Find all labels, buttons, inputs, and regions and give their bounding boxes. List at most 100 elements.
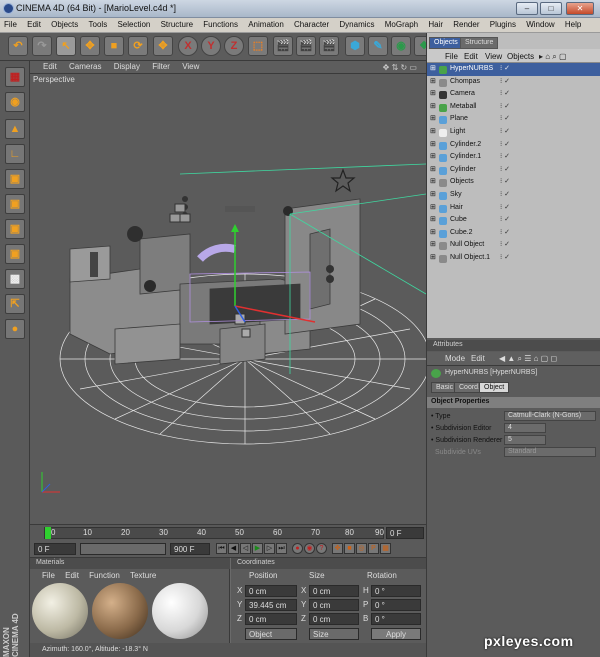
- object-name[interactable]: Cylinder.2: [450, 139, 481, 151]
- size-x-field[interactable]: 0 cm: [309, 585, 359, 597]
- visibility-toggle-icon[interactable]: ⁝ ✓: [500, 126, 510, 138]
- object-row[interactable]: ⊞ Cube.2 ⁝ ✓: [427, 227, 600, 240]
- frame-range-slider[interactable]: [80, 543, 166, 555]
- viewport-layout-icons[interactable]: ✥ ⇅ ↻ ▭: [378, 62, 422, 72]
- points-mode-icon[interactable]: ▣: [5, 169, 25, 189]
- expand-toggle-icon[interactable]: ⊞: [430, 164, 436, 176]
- keyframe-selection-icon[interactable]: ?: [316, 543, 327, 554]
- visibility-toggle-icon[interactable]: ⁝ ✓: [500, 176, 510, 188]
- materials-menu-texture[interactable]: Texture: [126, 571, 160, 580]
- object-row[interactable]: ⊞ Sky ⁝ ✓: [427, 189, 600, 202]
- prop-subdivide-uvs-dropdown[interactable]: Standard: [504, 447, 596, 457]
- menu-tools[interactable]: Tools: [85, 18, 112, 29]
- visibility-toggle-icon[interactable]: ⁝ ✓: [500, 239, 510, 251]
- position-y-field[interactable]: 39.445 cm: [245, 599, 297, 611]
- visibility-toggle-icon[interactable]: ⁝ ✓: [500, 88, 510, 100]
- visibility-toggle-icon[interactable]: ⁝ ✓: [500, 151, 510, 163]
- play-icon[interactable]: ▶: [252, 543, 263, 554]
- expand-toggle-icon[interactable]: ⊞: [430, 227, 436, 239]
- key-rotation-icon[interactable]: ◎: [356, 543, 367, 554]
- object-name[interactable]: Null Object.1: [450, 252, 490, 264]
- current-frame-field[interactable]: 0 F: [386, 527, 424, 539]
- expand-toggle-icon[interactable]: ⊞: [430, 139, 436, 151]
- sculpt-icon[interactable]: ●: [5, 319, 25, 339]
- object-row[interactable]: ⊞ Objects ⁝ ✓: [427, 176, 600, 189]
- redo-icon[interactable]: ↷: [32, 36, 52, 56]
- key-param-icon[interactable]: P: [368, 543, 379, 554]
- render-settings-icon[interactable]: 🎬: [319, 36, 339, 56]
- om-menu-edit[interactable]: Edit: [464, 52, 478, 61]
- apply-button[interactable]: Apply: [371, 628, 421, 640]
- checker-mode-icon[interactable]: ▩: [5, 269, 25, 289]
- menu-structure[interactable]: Structure: [157, 18, 197, 29]
- object-row[interactable]: ⊞ Plane ⁝ ✓: [427, 113, 600, 126]
- viewport-menu-edit[interactable]: Edit: [38, 61, 62, 71]
- render-view-icon[interactable]: 🎬: [273, 36, 293, 56]
- object-row[interactable]: ⊞ Camera ⁝ ✓: [427, 88, 600, 101]
- attr-menu-mode[interactable]: Mode: [445, 354, 465, 363]
- visibility-toggle-icon[interactable]: ⁝ ✓: [500, 101, 510, 113]
- coordinate-system-icon[interactable]: ⬚: [248, 36, 268, 56]
- expand-toggle-icon[interactable]: ⊞: [430, 113, 436, 125]
- expand-toggle-icon[interactable]: ⊞: [430, 239, 436, 251]
- viewport-menu-filter[interactable]: Filter: [147, 61, 175, 71]
- timeline[interactable]: 0 10 20 30 40 50 60 70 80 90 0 F: [30, 524, 426, 540]
- object-name[interactable]: Cube.2: [450, 227, 473, 239]
- expand-toggle-icon[interactable]: ⊞: [430, 126, 436, 138]
- position-x-field[interactable]: 0 cm: [245, 585, 297, 597]
- rotation-p-field[interactable]: 0 °: [371, 599, 421, 611]
- autokey-icon[interactable]: ◉: [304, 543, 315, 554]
- om-menu-objects[interactable]: Objects: [507, 52, 534, 61]
- menu-functions[interactable]: Functions: [199, 18, 242, 29]
- object-row[interactable]: ⊞ Cylinder.2 ⁝ ✓: [427, 139, 600, 152]
- viewport-menu-display[interactable]: Display: [109, 61, 145, 71]
- object-row[interactable]: ⊞ Hair ⁝ ✓: [427, 202, 600, 215]
- object-axis-icon[interactable]: ▲: [5, 119, 25, 139]
- world-move-icon[interactable]: ✥: [153, 36, 173, 56]
- nurbs-icon[interactable]: ◉: [391, 36, 411, 56]
- uv-mode-icon[interactable]: ▣: [5, 244, 25, 264]
- om-nav-icons[interactable]: ▸ ⌂ ⌕ ▢: [539, 52, 567, 62]
- expand-toggle-icon[interactable]: ⊞: [430, 63, 436, 75]
- materials-menu-function[interactable]: Function: [85, 571, 124, 580]
- object-name[interactable]: Plane: [450, 113, 468, 125]
- goto-end-icon[interactable]: ⏭: [276, 543, 287, 554]
- render-picture-viewer-icon[interactable]: 🎬: [296, 36, 316, 56]
- timeline-ruler[interactable]: 0 10 20 30 40 50 60 70 80 90: [44, 527, 384, 539]
- object-name[interactable]: Null Object: [450, 239, 484, 251]
- visibility-toggle-icon[interactable]: ⁝ ✓: [500, 189, 510, 201]
- next-frame-icon[interactable]: ▷: [264, 543, 275, 554]
- select-arrow-icon[interactable]: ↖: [56, 36, 76, 56]
- object-name[interactable]: Sky: [450, 189, 462, 201]
- rotation-h-field[interactable]: 0 °: [371, 585, 421, 597]
- key-position-icon[interactable]: ✥: [332, 543, 343, 554]
- menu-selection[interactable]: Selection: [113, 18, 154, 29]
- visibility-toggle-icon[interactable]: ⁝ ✓: [500, 252, 510, 264]
- material-swatch-marble[interactable]: [32, 583, 88, 639]
- expand-toggle-icon[interactable]: ⊞: [430, 101, 436, 113]
- menu-mograph[interactable]: MoGraph: [381, 18, 422, 29]
- prev-frame-icon[interactable]: ◁: [240, 543, 251, 554]
- end-frame-field[interactable]: 900 F: [170, 543, 210, 555]
- attr-nav-icons[interactable]: ◀ ▲ ⌕ ☰ ⌂ ▢ ◻: [499, 354, 557, 364]
- object-row[interactable]: ⊞ Light ⁝ ✓: [427, 126, 600, 139]
- edges-mode-icon[interactable]: ▣: [5, 194, 25, 214]
- size-y-field[interactable]: 0 cm: [309, 599, 359, 611]
- materials-menu-file[interactable]: File: [38, 571, 59, 580]
- visibility-toggle-icon[interactable]: ⁝ ✓: [500, 202, 510, 214]
- prev-key-icon[interactable]: ◀: [228, 543, 239, 554]
- menu-plugins[interactable]: Plugins: [486, 18, 520, 29]
- z-axis-lock-icon[interactable]: Z: [224, 36, 244, 56]
- object-row[interactable]: ⊞ Cube ⁝ ✓: [427, 214, 600, 227]
- visibility-toggle-icon[interactable]: ⁝ ✓: [500, 76, 510, 88]
- undo-icon[interactable]: ↶: [8, 36, 28, 56]
- menu-file[interactable]: File: [0, 18, 21, 29]
- x-axis-lock-icon[interactable]: X: [178, 36, 198, 56]
- visibility-toggle-icon[interactable]: ⁝ ✓: [500, 227, 510, 239]
- move-icon[interactable]: ✥: [80, 36, 100, 56]
- texture-mode-icon[interactable]: ◉: [5, 92, 25, 112]
- object-name[interactable]: Camera: [450, 88, 475, 100]
- viewport-menu-cameras[interactable]: Cameras: [64, 61, 106, 71]
- menu-hair[interactable]: Hair: [424, 18, 447, 29]
- expand-toggle-icon[interactable]: ⊞: [430, 202, 436, 214]
